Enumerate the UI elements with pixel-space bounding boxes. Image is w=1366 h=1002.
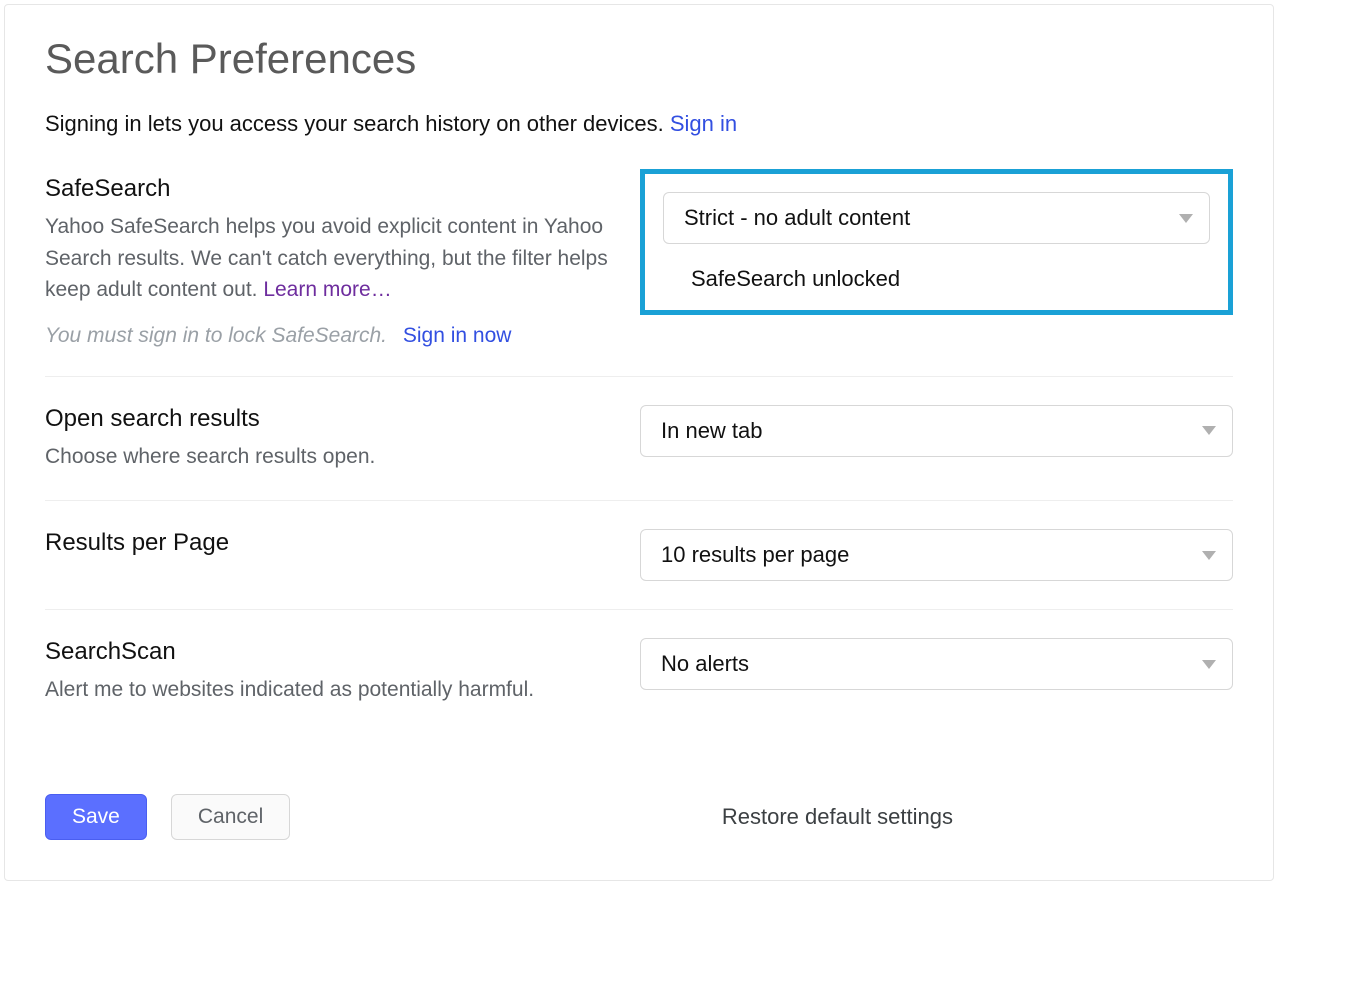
safesearch-status: SafeSearch unlocked — [663, 244, 1210, 292]
section-open-results: Open search results Choose where search … — [45, 376, 1233, 501]
safesearch-desc: Yahoo SafeSearch helps you avoid explici… — [45, 211, 620, 306]
results-per-page-title: Results per Page — [45, 529, 620, 557]
page-title: Search Preferences — [45, 35, 1233, 83]
lock-note-text: You must sign in to lock SafeSearch. — [45, 324, 387, 347]
open-results-select-value: In new tab — [661, 418, 763, 444]
cancel-button[interactable]: Cancel — [171, 794, 290, 840]
footer-row: Save Cancel Restore default settings — [45, 794, 1233, 840]
open-results-title: Open search results — [45, 405, 620, 433]
chevron-down-icon — [1179, 214, 1193, 223]
save-button[interactable]: Save — [45, 794, 147, 840]
chevron-down-icon — [1202, 660, 1216, 669]
safesearch-lock-note: You must sign in to lock SafeSearch. Sig… — [45, 324, 620, 348]
results-per-page-select-value: 10 results per page — [661, 542, 849, 568]
searchscan-desc: Alert me to websites indicated as potent… — [45, 674, 620, 706]
signin-link[interactable]: Sign in — [670, 111, 737, 136]
chevron-down-icon — [1202, 551, 1216, 560]
restore-defaults-link[interactable]: Restore default settings — [722, 804, 953, 830]
safesearch-highlight: Strict - no adult content SafeSearch unl… — [640, 169, 1233, 315]
section-searchscan: SearchScan Alert me to websites indicate… — [45, 609, 1233, 734]
searchscan-title: SearchScan — [45, 638, 620, 666]
safesearch-select[interactable]: Strict - no adult content — [663, 192, 1210, 244]
chevron-down-icon — [1202, 426, 1216, 435]
searchscan-select[interactable]: No alerts — [640, 638, 1233, 690]
searchscan-select-value: No alerts — [661, 651, 749, 677]
safesearch-title: SafeSearch — [45, 175, 620, 203]
safesearch-select-value: Strict - no adult content — [684, 205, 910, 231]
signin-prompt: Signing in lets you access your search h… — [45, 111, 1233, 137]
open-results-select[interactable]: In new tab — [640, 405, 1233, 457]
results-per-page-select[interactable]: 10 results per page — [640, 529, 1233, 581]
signin-text: Signing in lets you access your search h… — [45, 111, 670, 136]
section-results-per-page: Results per Page 10 results per page — [45, 500, 1233, 609]
signin-now-link[interactable]: Sign in now — [403, 324, 512, 347]
section-safesearch: SafeSearch Yahoo SafeSearch helps you av… — [45, 165, 1233, 376]
open-results-desc: Choose where search results open. — [45, 441, 620, 473]
learn-more-link[interactable]: Learn more… — [263, 278, 391, 301]
preferences-panel: Search Preferences Signing in lets you a… — [4, 4, 1274, 881]
